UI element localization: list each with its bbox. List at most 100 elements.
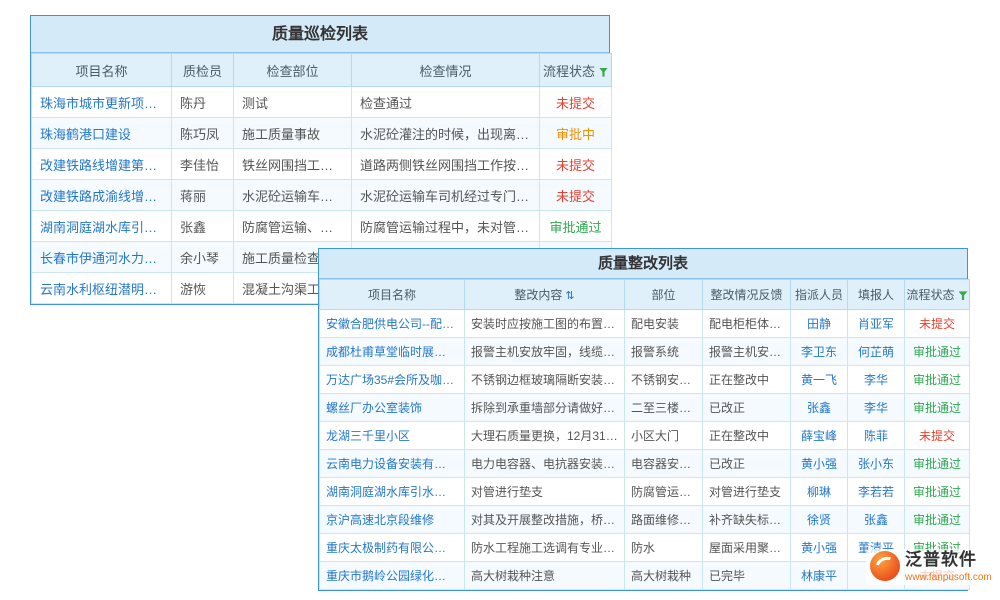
cell-assignee[interactable]: 李卫东 — [791, 338, 848, 366]
fanpu-logo[interactable]: 泛普软件 www.fanpusoft.com — [866, 549, 996, 585]
cell-project[interactable]: 珠海市城市更新项目紫... — [32, 87, 172, 118]
column-header-project[interactable]: 项目名称 — [32, 54, 172, 87]
cell-feedback: 补齐缺失标志... — [703, 506, 791, 534]
cell-status: 未提交 — [905, 310, 970, 338]
table-row: 万达广场35#会所及咖啡厅空...不锈钢边框玻璃隔断安装不牢...不锈钢安装..… — [320, 366, 970, 394]
cell-feedback: 对管进行垫支 — [703, 478, 791, 506]
logo-url: www.fanpusoft.com — [905, 572, 992, 583]
table-row: 成都杜甫草堂临时展厅独立展...报警主机安放牢固，线缆连接...报警系统报警主机… — [320, 338, 970, 366]
filter-icon[interactable] — [959, 291, 968, 300]
cell-project[interactable]: 安徽合肥供电公司--配电设备... — [320, 310, 465, 338]
column-header-project[interactable]: 项目名称 — [320, 280, 465, 310]
cell-reporter[interactable]: 肖亚军 — [848, 310, 905, 338]
cell-feedback: 已改正 — [703, 394, 791, 422]
cell-part: 电容器安装... — [625, 450, 703, 478]
cell-situation: 水泥砼运输车司机经过专门培训... — [352, 180, 540, 211]
column-header-part[interactable]: 检查部位 — [234, 54, 352, 87]
cell-project[interactable]: 螺丝厂办公室装饰 — [320, 394, 465, 422]
cell-part: 小区大门 — [625, 422, 703, 450]
column-header-inspector[interactable]: 质检员 — [172, 54, 234, 87]
column-header-part[interactable]: 部位 — [625, 280, 703, 310]
column-header-assignee[interactable]: 指派人员 — [791, 280, 848, 310]
column-header-feedback[interactable]: 整改情况反馈 — [703, 280, 791, 310]
inspection-table-title: 质量巡检列表 — [31, 16, 609, 53]
cell-reporter[interactable]: 李若若 — [848, 478, 905, 506]
column-header-content[interactable]: 整改内容⇅ — [465, 280, 625, 310]
cell-project[interactable]: 云南水利枢纽潜明水库... — [32, 273, 172, 304]
column-header-status[interactable]: 流程状态 — [905, 280, 970, 310]
cell-reporter[interactable]: 李华 — [848, 366, 905, 394]
cell-project[interactable]: 京沪高速北京段维修 — [320, 506, 465, 534]
cell-assignee[interactable]: 黄小强 — [791, 534, 848, 562]
cell-content: 高大树栽种注意 — [465, 562, 625, 590]
cell-feedback: 报警主机安放... — [703, 338, 791, 366]
cell-feedback: 屋面采用聚氨... — [703, 534, 791, 562]
cell-reporter[interactable]: 张小东 — [848, 450, 905, 478]
cell-assignee[interactable]: 黄一飞 — [791, 366, 848, 394]
column-label: 流程状态 — [543, 64, 595, 79]
cell-project[interactable]: 珠海鹤港口建设 — [32, 118, 172, 149]
cell-status: 未提交 — [905, 422, 970, 450]
fanpu-logo-icon — [870, 551, 900, 581]
sort-icon[interactable]: ⇅ — [565, 290, 574, 302]
table-row: 湖南洞庭湖水库引水工程施工...对管进行垫支防腐管运输...对管进行垫支柳琳李若… — [320, 478, 970, 506]
cell-reporter[interactable]: 陈菲 — [848, 422, 905, 450]
cell-project[interactable]: 成都杜甫草堂临时展厅独立展... — [320, 338, 465, 366]
cell-part: 防腐管运输、布管 — [234, 211, 352, 242]
cell-project[interactable]: 湖南洞庭湖水库引水工程施工... — [320, 478, 465, 506]
column-label: 填报人 — [858, 288, 894, 302]
cell-assignee[interactable]: 田静 — [791, 310, 848, 338]
cell-project[interactable]: 改建铁路成渝线增建第... — [32, 180, 172, 211]
cell-project[interactable]: 重庆太极制药有限公司亳州中... — [320, 534, 465, 562]
filter-icon[interactable] — [599, 68, 608, 77]
cell-assignee[interactable]: 林康平 — [791, 562, 848, 590]
cell-part: 水泥砼运输车检查 — [234, 180, 352, 211]
header-row: 项目名称质检员 检查部位 检查情况流程状态 — [32, 54, 612, 87]
column-label: 部位 — [651, 288, 675, 302]
cell-part: 二至三楼混... — [625, 394, 703, 422]
cell-inspector: 张鑫 — [172, 211, 234, 242]
cell-status: 审批通过 — [905, 506, 970, 534]
rectification-table: 质量整改列表 项目名称整改内容⇅部位整改情况反馈指派人员填报人流程状态 安徽合肥… — [318, 248, 968, 591]
cell-project[interactable]: 湖南洞庭湖水库引水工... — [32, 211, 172, 242]
cell-part: 防水 — [625, 534, 703, 562]
column-label: 质检员 — [183, 64, 222, 79]
cell-assignee[interactable]: 徐贤 — [791, 506, 848, 534]
table-row: 湖南洞庭湖水库引水工...张鑫防腐管运输、布管防腐管运输过程中，未对管进行...… — [32, 211, 612, 242]
cell-project[interactable]: 云南电力设备安装有限公司20... — [320, 450, 465, 478]
cell-project[interactable]: 重庆市鹅岭公园绿化景观提升... — [320, 562, 465, 590]
cell-feedback: 已改正 — [703, 450, 791, 478]
cell-content: 对其及开展整改措施，桥头... — [465, 506, 625, 534]
column-header-situation[interactable]: 检查情况 — [352, 54, 540, 87]
cell-situation: 检查通过 — [352, 87, 540, 118]
cell-content: 报警主机安放牢固，线缆连接... — [465, 338, 625, 366]
cell-project[interactable]: 改建铁路线增建第二线... — [32, 149, 172, 180]
cell-part: 高大树栽种 — [625, 562, 703, 590]
cell-content: 防水工程施工选调有专业资质... — [465, 534, 625, 562]
cell-content: 拆除到承重墙部分请做好加固... — [465, 394, 625, 422]
cell-project[interactable]: 长春市伊通河水力发电... — [32, 242, 172, 273]
column-header-status[interactable]: 流程状态 — [540, 54, 612, 87]
table-row: 改建铁路成渝线增建第...蒋丽水泥砼运输车检查水泥砼运输车司机经过专门培训...… — [32, 180, 612, 211]
table-row: 京沪高速北京段维修对其及开展整改措施，桥头...路面维修检...补齐缺失标志..… — [320, 506, 970, 534]
table-row: 安徽合肥供电公司--配电设备...安装时应按施工图的布置，将...配电安装配电柜… — [320, 310, 970, 338]
cell-content: 电力电容器、电抗器安装方案... — [465, 450, 625, 478]
cell-assignee[interactable]: 薛宝峰 — [791, 422, 848, 450]
cell-reporter[interactable]: 何芷萌 — [848, 338, 905, 366]
cell-reporter[interactable]: 李华 — [848, 394, 905, 422]
cell-feedback: 正在整改中 — [703, 422, 791, 450]
cell-part: 路面维修检... — [625, 506, 703, 534]
cell-reporter[interactable]: 张鑫 — [848, 506, 905, 534]
cell-project[interactable]: 万达广场35#会所及咖啡厅空... — [320, 366, 465, 394]
cell-situation: 水泥砼灌注的时候，出现离析现象 — [352, 118, 540, 149]
cell-assignee[interactable]: 黄小强 — [791, 450, 848, 478]
table-row: 龙湖三千里小区大理石质量更换，12月31日之...小区大门正在整改中薛宝峰陈菲未… — [320, 422, 970, 450]
column-label: 检查部位 — [266, 64, 318, 79]
cell-feedback: 已完毕 — [703, 562, 791, 590]
column-header-reporter[interactable]: 填报人 — [848, 280, 905, 310]
cell-assignee[interactable]: 柳琳 — [791, 478, 848, 506]
cell-part: 不锈钢安装... — [625, 366, 703, 394]
cell-assignee[interactable]: 张鑫 — [791, 394, 848, 422]
cell-part: 配电安装 — [625, 310, 703, 338]
cell-project[interactable]: 龙湖三千里小区 — [320, 422, 465, 450]
